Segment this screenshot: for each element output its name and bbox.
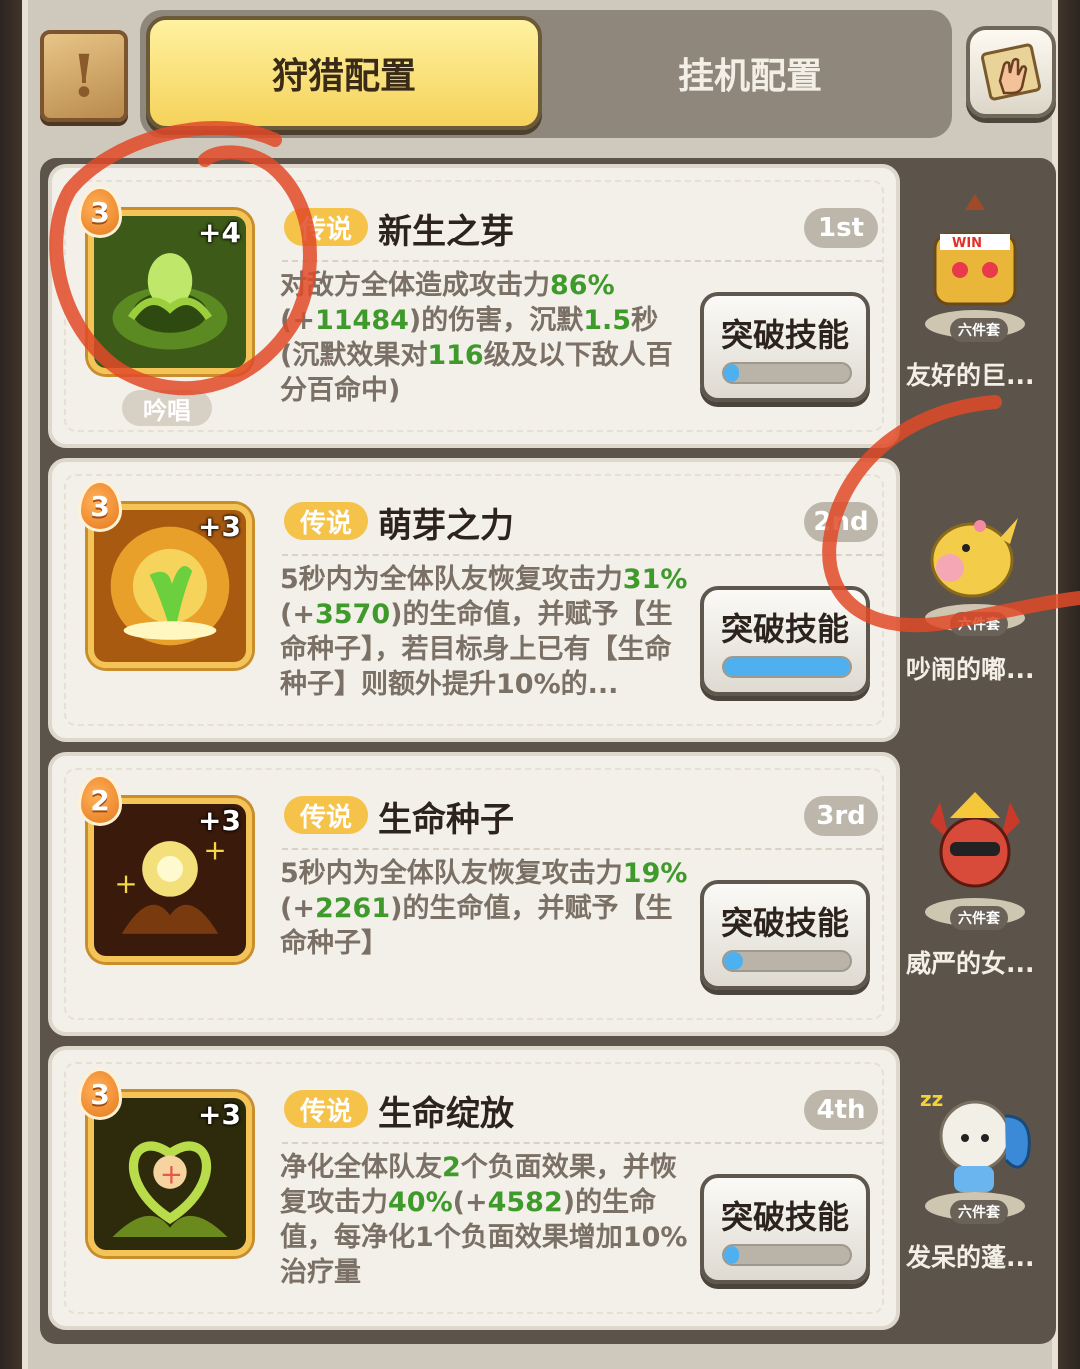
desc-text: )的伤害，沉默 (408, 305, 584, 336)
breakthrough-progress-fill (724, 952, 743, 970)
rank-tag: 2nd (804, 502, 878, 542)
desc-value: 2 (442, 1152, 461, 1183)
desc-text: (+ (452, 1187, 488, 1218)
skill-level-badge: 3 (78, 480, 122, 532)
skill-row: 3 + +3 传说 生命绽放 4th 净化全体队友2个负面效果，并恢复攻击力40… (48, 1046, 1046, 1330)
pet-set-tag: 六件套 (950, 612, 1008, 636)
skill-description: 对敌方全体造成攻击力86%(+11484)的伤害，沉默1.5秒(沉默效果对116… (280, 268, 690, 408)
skill-description: 5秒内为全体队友恢复攻击力19%(+2261)的生命值，并赋予【生命种子】 (280, 856, 690, 961)
pet-name: 吵闹的嘟... (906, 655, 1035, 684)
quest-scroll-icon: ! (71, 42, 97, 110)
pet-name: 发呆的蓬... (906, 1243, 1035, 1272)
svg-text:+: + (114, 867, 137, 900)
pet-set-tag: 六件套 (950, 906, 1008, 930)
breakthrough-progress-bar (722, 362, 852, 384)
skill-level-badge: 3 (78, 186, 122, 238)
skill-name: 萌芽之力 (378, 506, 514, 546)
skill-row: 3 +4 吟唱 传说 新生之芽 1st 对敌方全体造成攻击力86% (+11484… (48, 164, 1046, 448)
pet-set-tag: 六件套 (950, 318, 1008, 342)
desc-value: 3570 (314, 599, 391, 630)
svg-text:zz: zz (920, 1087, 943, 1111)
desc-text: 5秒内为全体队友恢复攻击力 (280, 858, 623, 889)
skill-level-badge: 2 (78, 774, 122, 826)
rarity-tag: 传说 (284, 1090, 368, 1128)
svg-text:+: + (160, 1157, 183, 1190)
rarity-tag: 传说 (284, 208, 368, 246)
divider (282, 260, 882, 262)
breakthrough-progress-fill (724, 658, 850, 676)
skill-card[interactable]: 3 +4 吟唱 传说 新生之芽 1st 对敌方全体造成攻击力86% (+11484… (48, 164, 900, 448)
desc-value: 4582 (487, 1187, 563, 1218)
pet-slot[interactable]: 六件套 吵闹的嘟... (900, 458, 1046, 742)
breakthrough-progress-bar (722, 656, 852, 678)
breakthrough-button-label: 突破技能 (720, 610, 849, 648)
rank-tag: 4th (804, 1090, 878, 1130)
skill-level-badge: 3 (78, 1068, 122, 1120)
rank-tag: 1st (804, 208, 878, 248)
skill-name: 生命种子 (378, 800, 514, 840)
desc-value: 19% (622, 858, 688, 889)
pet-slot[interactable]: 六件套 威严的女... (900, 752, 1046, 1036)
map-hand-icon (981, 43, 1041, 101)
breakthrough-skill-button[interactable]: 突破技能 (700, 292, 870, 402)
pet-slot[interactable]: WIN 六件套 友好的巨... (900, 164, 1046, 448)
tab-hunt-config[interactable]: 狩猎配置 (146, 16, 542, 130)
pet-slot[interactable]: zz 六件套 发呆的蓬... (900, 1046, 1046, 1330)
desc-value: 11484 (314, 305, 409, 336)
desc-value: 1.5 (583, 305, 632, 336)
divider (282, 1142, 882, 1144)
rank-tag: 3rd (804, 796, 878, 836)
desc-value: 86% (550, 270, 615, 301)
rarity-tag: 传说 (284, 796, 368, 834)
svg-text:+: + (203, 834, 226, 867)
breakthrough-progress-fill (724, 1246, 740, 1264)
divider (282, 848, 882, 850)
desc-value: 40% (388, 1187, 453, 1218)
desc-text: (+ (280, 599, 315, 630)
breakthrough-skill-button[interactable]: 突破技能 (700, 880, 870, 990)
desc-text: 对敌方全体造成攻击力 (280, 270, 550, 301)
desc-text: (+ (280, 305, 315, 336)
desc-value: 116 (427, 340, 484, 371)
skill-plus-badge: +3 (198, 804, 241, 837)
tab-idle-config[interactable]: 挂机配置 (560, 16, 940, 130)
desc-value: 31% (622, 564, 688, 595)
chant-tag: 吟唱 (122, 390, 212, 426)
pet-set-tag: 六件套 (950, 1200, 1008, 1224)
breakthrough-button-label: 突破技能 (720, 904, 849, 942)
skill-row: 3 +3 传说 萌芽之力 2nd 5秒内为全体队友恢复攻击力31%(+3570)… (48, 458, 1046, 742)
desc-text: (+ (280, 893, 315, 924)
skill-row: 2 + + +3 传说 生命种子 3rd 5秒内为全体队友恢复攻击力19% (+22… (48, 752, 1046, 1036)
breakthrough-progress-bar (722, 950, 852, 972)
desc-text: 5秒内为全体队友恢复攻击力 (280, 564, 623, 595)
skill-card[interactable]: 2 + + +3 传说 生命种子 3rd 5秒内为全体队友恢复攻击力19% (+22… (48, 752, 900, 1036)
skill-card[interactable]: 3 + +3 传说 生命绽放 4th 净化全体队友2个负面效果，并恢复攻击力40… (48, 1046, 900, 1330)
skill-card[interactable]: 3 +3 传说 萌芽之力 2nd 5秒内为全体队友恢复攻击力31%(+3570)… (48, 458, 900, 742)
svg-text:WIN: WIN (952, 236, 982, 251)
breakthrough-button-label: 突破技能 (720, 1198, 849, 1236)
skill-description: 净化全体队友2个负面效果，并恢复攻击力40%(+4582)的生命值，每净化1个负… (280, 1150, 690, 1290)
rarity-tag: 传说 (284, 502, 368, 540)
pet-name: 友好的巨... (906, 361, 1035, 390)
breakthrough-button-label: 突破技能 (720, 316, 849, 354)
map-button[interactable] (966, 26, 1056, 118)
skill-name: 生命绽放 (378, 1094, 514, 1134)
pet-name: 威严的女... (906, 949, 1035, 978)
skill-plus-badge: +3 (198, 510, 241, 543)
skill-name: 新生之芽 (378, 212, 514, 252)
desc-text: 净化全体队友 (280, 1152, 442, 1183)
breakthrough-progress-bar (722, 1244, 852, 1266)
skill-plus-badge: +3 (198, 1098, 241, 1131)
skill-plus-badge: +4 (198, 216, 241, 249)
breakthrough-skill-button[interactable]: 突破技能 (700, 586, 870, 696)
skill-description: 5秒内为全体队友恢复攻击力31%(+3570)的生命值，并赋予【生命种子】，若目… (280, 562, 690, 702)
divider (282, 554, 882, 556)
breakthrough-progress-fill (724, 364, 740, 382)
breakthrough-skill-button[interactable]: 突破技能 (700, 1174, 870, 1284)
quest-scroll-button[interactable]: ! (40, 30, 128, 122)
desc-value: 2261 (314, 893, 391, 924)
